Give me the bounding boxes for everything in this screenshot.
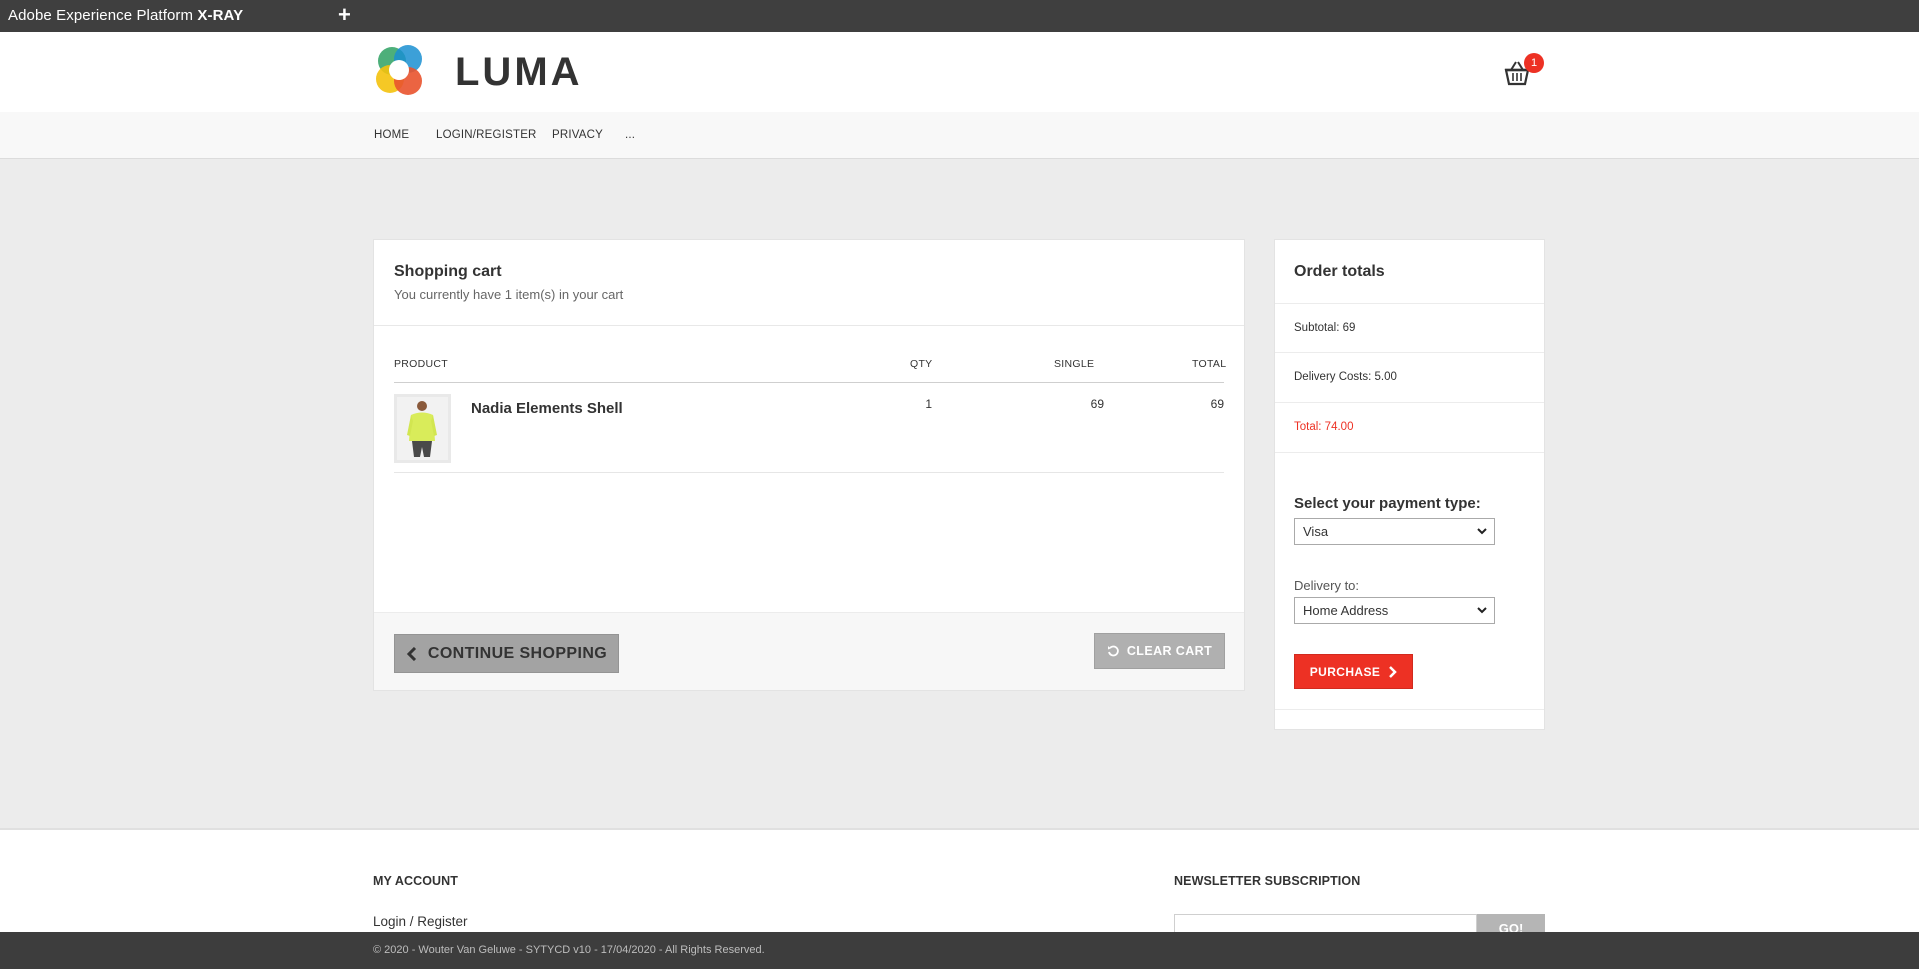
product-total-price: 69 [1210, 397, 1224, 411]
cart-footer: CONTINUE SHOPPING CLEAR CART [374, 612, 1244, 690]
column-header-single: SINGLE [1054, 358, 1095, 370]
nav-login-register[interactable]: LOGIN/REGISTER [436, 129, 537, 141]
main-nav: HOME LOGIN/REGISTER PRIVACY ... [0, 112, 1919, 159]
column-header-qty: QTY [910, 358, 933, 370]
purchase-button[interactable]: PURCHASE [1294, 654, 1413, 689]
order-total-text: Total: 74.00 [1294, 421, 1354, 433]
delivery-to-label: Delivery to: [1294, 578, 1360, 593]
my-account-heading: MY ACCOUNT [373, 874, 459, 888]
purchase-label: PURCHASE [1309, 664, 1381, 679]
site-footer: MY ACCOUNT Login / Register NEWSLETTER S… [0, 828, 1919, 940]
divider [1275, 303, 1544, 304]
row-divider [394, 472, 1224, 473]
product-jacket-image [397, 397, 448, 460]
clear-cart-button[interactable]: CLEAR CART [1094, 633, 1225, 669]
continue-shopping-label: CONTINUE SHOPPING [427, 644, 608, 662]
chevron-right-icon [1389, 665, 1398, 678]
chevron-down-icon [1477, 528, 1487, 535]
divider [1275, 709, 1544, 710]
divider [1275, 452, 1544, 453]
payment-type-select[interactable]: Visa [1294, 518, 1495, 545]
column-header-total: TOTAL [1192, 358, 1227, 370]
nav-home[interactable]: HOME [374, 129, 409, 141]
payment-type-label: Select your payment type: [1294, 495, 1481, 512]
copyright-bar: © 2020 - Wouter Van Geluwe - SYTYCD v10 … [0, 932, 1919, 969]
logo-text[interactable]: LUMA [455, 50, 583, 95]
xray-title-strong: X-RAY [197, 7, 244, 24]
footer-login-register-link[interactable]: Login / Register [373, 914, 468, 929]
nav-more[interactable]: ... [625, 129, 635, 141]
clear-cart-label: CLEAR CART [1126, 644, 1213, 658]
product-name-link[interactable]: Nadia Elements Shell [471, 400, 623, 417]
xray-top-bar: Adobe Experience Platform X-RAY + [0, 0, 1919, 32]
order-totals-title: Order totals [1294, 263, 1385, 280]
product-thumbnail[interactable] [394, 394, 451, 463]
site-header: LUMA 1 [0, 32, 1919, 112]
continue-shopping-button[interactable]: CONTINUE SHOPPING [394, 634, 619, 673]
xray-title: Adobe Experience Platform X-RAY [8, 7, 243, 24]
subtotal-text: Subtotal: 69 [1294, 322, 1356, 334]
cart-subtitle: You currently have 1 item(s) in your car… [394, 287, 624, 302]
divider [1275, 402, 1544, 403]
nav-privacy[interactable]: PRIVACY [552, 129, 603, 141]
newsletter-heading: NEWSLETTER SUBSCRIPTION [1174, 874, 1361, 888]
product-single-price: 69 [1090, 397, 1104, 411]
cart-title: Shopping cart [394, 263, 502, 280]
new-tab-button[interactable]: + [338, 2, 351, 28]
chevron-down-icon [1477, 607, 1487, 614]
order-totals-panel: Order totals Subtotal: 69 Delivery Costs… [1274, 239, 1545, 730]
divider [374, 325, 1244, 326]
delivery-to-value: Home Address [1303, 603, 1389, 618]
undo-icon [1107, 645, 1119, 657]
shopping-cart-panel: Shopping cart You currently have 1 item(… [373, 239, 1245, 691]
column-header-product: PRODUCT [394, 358, 449, 370]
copyright-text: © 2020 - Wouter Van Geluwe - SYTYCD v10 … [373, 944, 765, 956]
payment-type-value: Visa [1303, 524, 1329, 539]
divider [1275, 352, 1544, 353]
xray-title-prefix: Adobe Experience Platform [8, 7, 194, 24]
cart-count-badge: 1 [1524, 53, 1544, 73]
product-qty: 1 [925, 397, 932, 411]
chevron-left-icon [406, 646, 416, 661]
delivery-to-select[interactable]: Home Address [1294, 597, 1495, 624]
table-header-divider [394, 382, 1224, 383]
delivery-costs-text: Delivery Costs: 5.00 [1294, 371, 1397, 383]
